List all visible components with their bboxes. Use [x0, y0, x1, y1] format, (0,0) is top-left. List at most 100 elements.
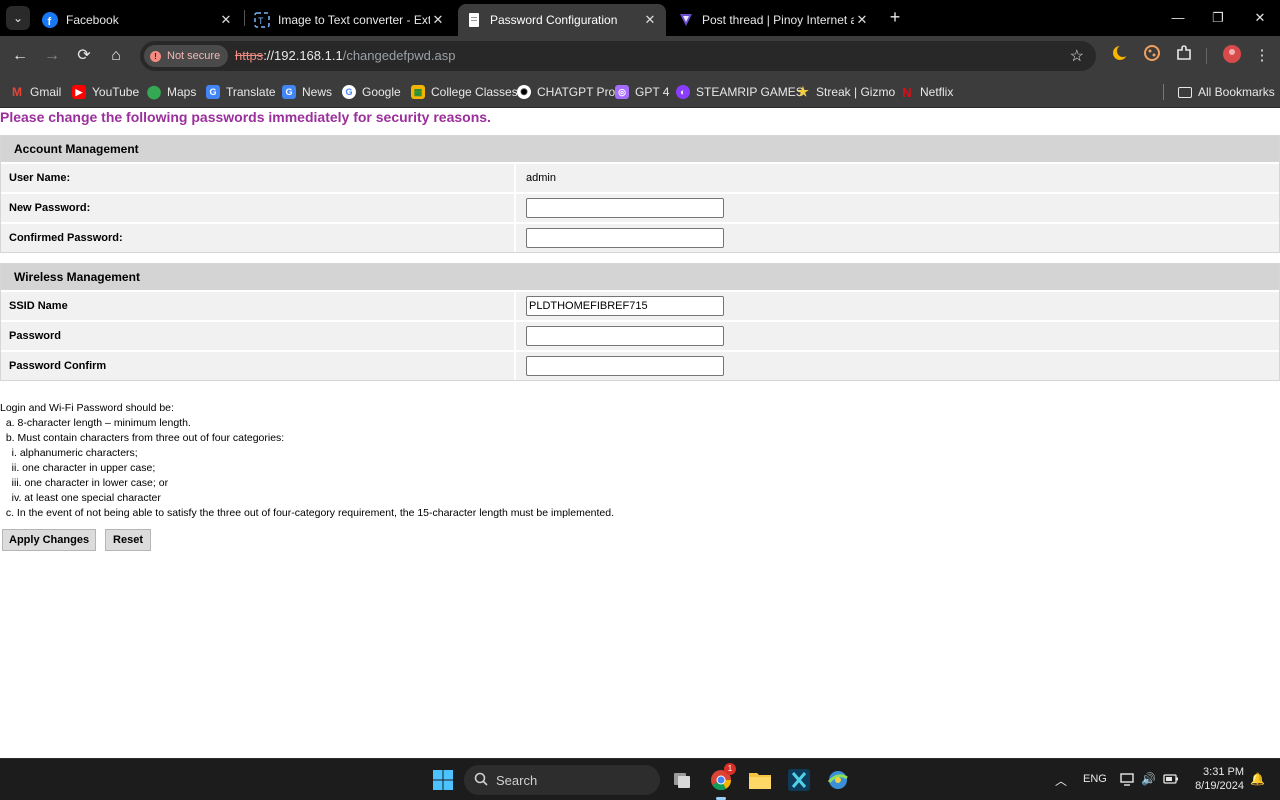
url-text[interactable]: https://192.168.1.1/changedefpwd.asp [235, 48, 455, 63]
browser-menu-icon[interactable]: ⋮ [1250, 44, 1274, 68]
confirmed-password-row: Confirmed Password: [1, 222, 1279, 252]
tab-password-configuration[interactable]: Password Configuration ✕ [458, 4, 666, 36]
gpt4-icon: ◎ [615, 85, 629, 99]
all-bookmarks-button[interactable]: All Bookmarks [1178, 82, 1275, 102]
bookmark-label: Gmail [30, 85, 62, 99]
tab-image-to-text[interactable]: T Image to Text converter - Extrac ✕ [246, 4, 454, 36]
rule-line: c. In the event of not being able to sat… [0, 507, 615, 519]
bookmark-google[interactable]: G Google [342, 82, 401, 102]
bookmark-chatgpt-pro[interactable]: ✺ CHATGPT Pro [517, 82, 615, 102]
bookmark-gmail[interactable]: M Gmail [10, 82, 61, 102]
tab-facebook[interactable]: f Facebook ✕ [34, 4, 242, 36]
restore-button[interactable]: ❐ [1198, 0, 1238, 36]
address-bar[interactable]: ! Not secure https://192.168.1.1/changed… [140, 41, 1096, 71]
confirmed-password-input[interactable] [526, 228, 724, 248]
new-tab-button[interactable]: + [884, 6, 906, 28]
bookmark-label: YouTube [92, 85, 140, 99]
extensions-puzzle-icon[interactable] [1172, 44, 1196, 68]
bookmark-youtube[interactable]: ▶ YouTube [72, 82, 139, 102]
cookie-extension-icon[interactable] [1140, 44, 1164, 68]
system-clock[interactable]: 3:31 PM 8/19/2024 [1188, 765, 1244, 793]
file-explorer-icon[interactable] [747, 767, 773, 793]
bookmark-news[interactable]: G News [282, 82, 332, 102]
bookmark-star-icon[interactable]: ☆ [1070, 46, 1084, 66]
bookmark-label: CHATGPT Pro [537, 85, 616, 99]
bookmark-steamrip[interactable]: ◐ STEAMRIP GAMES [676, 82, 804, 102]
reset-button[interactable]: Reset [105, 529, 151, 551]
wifi-password-input[interactable] [526, 326, 724, 346]
home-button[interactable]: ⌂ [104, 44, 128, 68]
show-hidden-icons[interactable]: ︿ [1055, 772, 1067, 789]
bookmark-label: Translate [226, 85, 276, 99]
svg-text:T: T [258, 16, 264, 26]
security-chip[interactable]: ! Not secure [144, 45, 228, 67]
network-icon[interactable] [1120, 772, 1134, 789]
close-tab-icon[interactable]: ✕ [218, 12, 234, 28]
profile-avatar[interactable] [1220, 44, 1244, 68]
bookmark-streak-gizmo[interactable]: ★ Streak | Gizmo [796, 82, 895, 102]
toolbar-separator [1206, 48, 1207, 64]
tab-title: Password Configuration [490, 13, 618, 27]
tab-title: Post thread | Pinoy Internet and [702, 13, 854, 27]
section-heading: Account Management [1, 136, 1279, 162]
bookmarks-separator [1163, 84, 1164, 100]
user-name-row: User Name: admin [1, 162, 1279, 192]
pinoy-forum-icon [678, 12, 694, 28]
language-indicator[interactable]: ENG [1083, 773, 1107, 785]
tab-search-button[interactable]: ⌄ [6, 6, 30, 30]
tab-pinoy-internet[interactable]: Post thread | Pinoy Internet and ✕ [670, 4, 878, 36]
new-password-input[interactable] [526, 198, 724, 218]
close-window-button[interactable]: ✕ [1240, 0, 1280, 36]
taskbar-search[interactable]: Search [464, 765, 660, 795]
close-tab-icon[interactable]: ✕ [642, 12, 658, 28]
security-chip-label: Not secure [167, 50, 221, 62]
bookmark-maps[interactable]: ⬤ Maps [146, 82, 197, 102]
maps-icon: ⬤ [146, 84, 162, 99]
close-tab-icon[interactable]: ✕ [430, 12, 446, 28]
tab-separator [244, 10, 245, 26]
bookmark-gpt4[interactable]: ◎ GPT 4 [615, 82, 669, 102]
url-path: /changedefpwd.asp [342, 48, 456, 63]
app-x-icon[interactable] [786, 767, 812, 793]
network-app-icon[interactable] [825, 767, 851, 793]
notification-badge: 1 [724, 763, 736, 775]
tab-title: Image to Text converter - Extrac [278, 13, 430, 27]
task-view-icon[interactable] [669, 767, 695, 793]
ssid-input[interactable] [526, 296, 724, 316]
rule-line: iv. at least one special character [0, 492, 161, 504]
rule-line: ii. one character in upper case; [0, 462, 156, 474]
facebook-icon: f [42, 12, 58, 28]
forward-button[interactable]: → [40, 44, 64, 68]
google-icon: G [342, 85, 356, 99]
bookmark-translate[interactable]: G Translate [206, 82, 276, 102]
document-icon [466, 12, 482, 28]
dark-reader-extension-icon[interactable] [1108, 44, 1132, 68]
bookmark-college-classes[interactable]: ▦ College Classes [411, 82, 518, 102]
search-icon [474, 772, 488, 789]
windows-start-icon[interactable] [430, 767, 456, 793]
notifications-bell-icon[interactable]: 🔔 [1250, 772, 1265, 786]
volume-icon[interactable]: 🔊 [1141, 772, 1156, 786]
page-content: Please change the following passwords im… [0, 108, 1280, 758]
gmail-icon: M [12, 85, 22, 99]
close-tab-icon[interactable]: ✕ [854, 12, 870, 28]
wifi-password-row: Password [1, 320, 1279, 350]
bookmark-label: GPT 4 [635, 85, 670, 99]
apply-changes-button[interactable]: Apply Changes [2, 529, 97, 551]
value-cell [514, 322, 1279, 350]
new-password-row: New Password: [1, 192, 1279, 222]
wifi-password-confirm-input[interactable] [526, 356, 724, 376]
tab-title: Facebook [66, 13, 119, 27]
back-button[interactable]: ← [8, 44, 32, 68]
wifi-password-confirm-row: Password Confirm [1, 350, 1279, 380]
warning-icon: ! [150, 50, 161, 62]
reload-button[interactable]: ⟳ [72, 44, 96, 68]
account-management-section: Account Management User Name: admin New … [0, 135, 1280, 253]
bookmark-netflix[interactable]: N Netflix [900, 82, 953, 102]
bookmark-label: Streak | Gizmo [816, 85, 896, 99]
battery-icon[interactable] [1163, 772, 1179, 789]
chrome-taskbar-icon[interactable]: 1 [708, 763, 736, 793]
netflix-icon: N [902, 84, 912, 100]
minimize-button[interactable]: — [1158, 0, 1198, 36]
rule-line: a. 8-character length – minimum length. [0, 417, 191, 429]
